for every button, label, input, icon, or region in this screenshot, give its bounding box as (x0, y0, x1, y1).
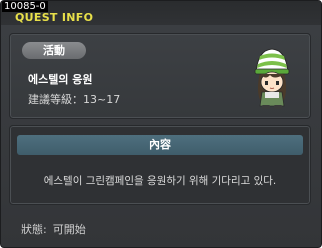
content-header: 內容 (17, 135, 303, 155)
quest-description: 에스텔이 그린캠페인을 응원하기 위해 기다리고 있다. (43, 175, 277, 187)
quest-status: 狀態: 可開始 (21, 221, 86, 237)
status-label: 狀態: (21, 223, 47, 236)
status-value: 可開始 (52, 223, 86, 236)
quest-info-window: 10085-0 QUEST INFO 活動 에스텔의 응원 建議等級：13~17 (0, 0, 322, 248)
level-requirement: 建議等級：13~17 (28, 93, 121, 106)
npc-portrait-icon (254, 48, 290, 109)
quest-name: 에스텔의 응원 (28, 73, 93, 86)
category-badge: 活動 (22, 42, 86, 59)
window-title: QUEST INFO (15, 11, 94, 24)
quest-summary-panel: 活動 에스텔의 응원 建議等級：13~17 (9, 33, 311, 119)
quest-content-panel: 內容 에스텔이 그린캠페인을 응원하기 위해 기다리고 있다. (9, 125, 311, 205)
